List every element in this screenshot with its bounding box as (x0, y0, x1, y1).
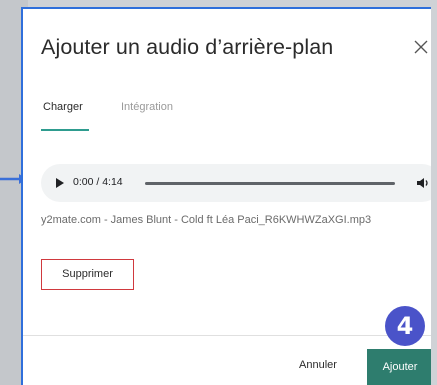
cancel-button[interactable]: Annuler (299, 359, 337, 371)
dialog-title: Ajouter un audio d’arrière-plan (41, 35, 334, 59)
delete-button[interactable]: Supprimer (41, 259, 134, 290)
playback-time: 0:00 / 4:14 (73, 176, 123, 188)
audio-player: 0:00 / 4:14 (41, 164, 431, 202)
add-background-audio-dialog: Ajouter un audio d’arrière-plan Charger … (21, 7, 431, 385)
volume-icon[interactable] (416, 176, 430, 190)
step-badge: 4 (385, 306, 425, 346)
close-icon[interactable] (411, 37, 431, 57)
active-tab-indicator (41, 129, 89, 131)
audio-filename: y2mate.com - James Blunt - Cold ft Léa P… (41, 214, 372, 226)
tab-charger[interactable]: Charger (43, 101, 83, 113)
footer-divider (23, 335, 431, 336)
add-button[interactable]: Ajouter (367, 349, 431, 385)
play-icon[interactable] (55, 177, 65, 189)
seek-slider[interactable] (145, 182, 395, 185)
tab-integration[interactable]: Intégration (121, 101, 173, 113)
tab-bar: Charger Intégration (41, 101, 421, 133)
